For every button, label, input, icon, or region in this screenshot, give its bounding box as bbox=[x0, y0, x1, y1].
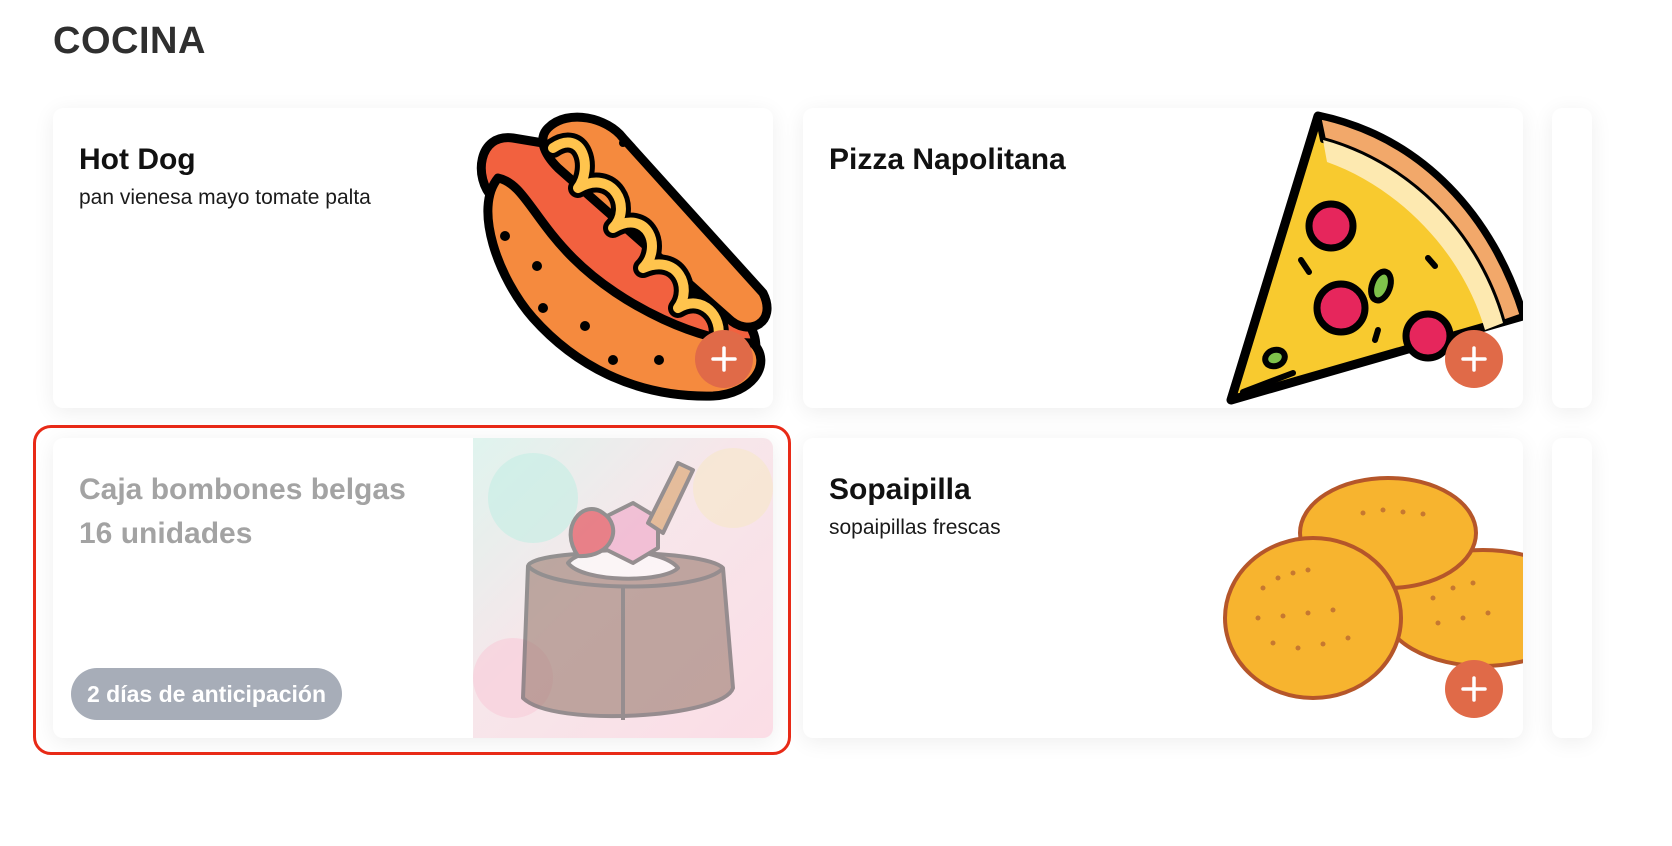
add-to-cart-button[interactable] bbox=[1445, 660, 1503, 718]
product-card-partial[interactable] bbox=[1552, 438, 1592, 738]
product-card-hot-dog[interactable]: Hot Dog pan vienesa mayo tomate palta bbox=[53, 108, 773, 408]
product-description: pan vienesa mayo tomate palta bbox=[79, 186, 371, 209]
product-name: Hot Dog bbox=[79, 143, 196, 176]
product-name: Pizza Napolitana bbox=[829, 143, 1066, 176]
add-to-cart-button[interactable] bbox=[695, 330, 753, 388]
plus-icon bbox=[711, 346, 737, 372]
product-description: sopaipillas frescas bbox=[829, 516, 1001, 539]
product-card-partial[interactable] bbox=[1552, 108, 1592, 408]
add-to-cart-button[interactable] bbox=[1445, 330, 1503, 388]
section-title: COCINA bbox=[53, 20, 206, 62]
product-name: Sopaipilla bbox=[829, 473, 971, 506]
product-name: Caja bombones belgas 16 unidades bbox=[79, 473, 406, 550]
plus-icon bbox=[1461, 346, 1487, 372]
chocolate-box-image bbox=[473, 438, 773, 738]
product-card-caja-bombones[interactable]: Caja bombones belgas 16 unidades 2 días … bbox=[53, 438, 773, 738]
advance-notice-badge: 2 días de anticipación bbox=[71, 668, 343, 720]
plus-icon bbox=[1461, 676, 1487, 702]
product-card-pizza-napolitana[interactable]: Pizza Napolitana bbox=[803, 108, 1523, 408]
product-card-sopaipilla[interactable]: Sopaipilla sopaipillas frescas bbox=[803, 438, 1523, 738]
